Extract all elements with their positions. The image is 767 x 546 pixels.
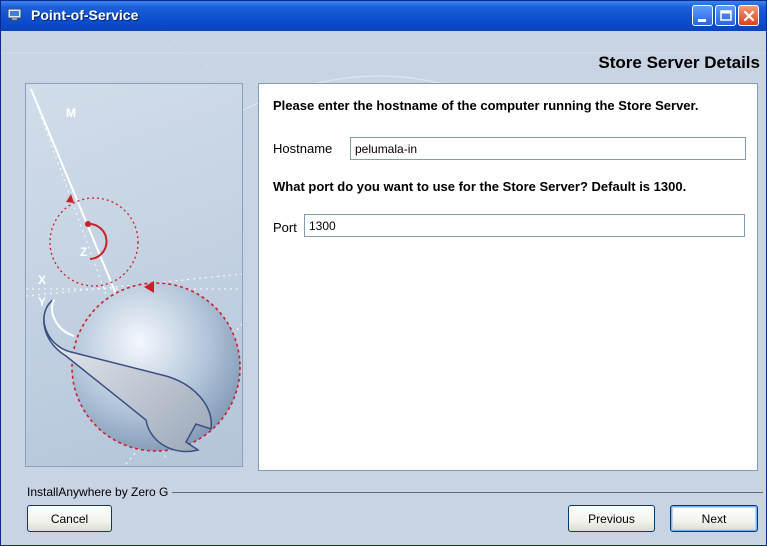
close-icon (743, 10, 755, 22)
previous-button[interactable]: Previous (568, 505, 655, 532)
port-input[interactable] (304, 214, 745, 237)
hostname-question: Please enter the hostname of the compute… (273, 98, 699, 113)
page-title: Store Server Details (598, 53, 760, 72)
axis-label-m: M (66, 106, 76, 120)
port-question: What port do you want to use for the Sto… (273, 179, 687, 194)
minimize-button[interactable] (692, 5, 713, 26)
cancel-button[interactable]: Cancel (27, 505, 112, 532)
next-button[interactable]: Next (670, 505, 758, 532)
hostname-input[interactable] (350, 137, 746, 160)
close-button[interactable] (738, 5, 759, 26)
vendor-label: InstallAnywhere by Zero G (27, 485, 173, 499)
maximize-icon (720, 10, 732, 21)
maximize-button[interactable] (715, 5, 736, 26)
content-panel: Please enter the hostname of the compute… (258, 83, 758, 471)
axis-label-x: X (38, 273, 46, 287)
installer-graphic: M Z X Y (25, 83, 243, 467)
installer-icon (7, 8, 22, 22)
port-label: Port (273, 220, 297, 235)
axis-label-y: Y (38, 295, 46, 309)
window-title: Point-of-Service (31, 7, 139, 23)
minimize-icon (698, 19, 706, 22)
axis-graphic: M Z X Y (26, 88, 242, 465)
axis-label-z: Z (80, 245, 87, 259)
hostname-label: Hostname (273, 141, 333, 156)
installer-window: Point-of-Service Store Server Details M … (0, 0, 767, 546)
title-bar[interactable]: Point-of-Service (1, 1, 766, 31)
